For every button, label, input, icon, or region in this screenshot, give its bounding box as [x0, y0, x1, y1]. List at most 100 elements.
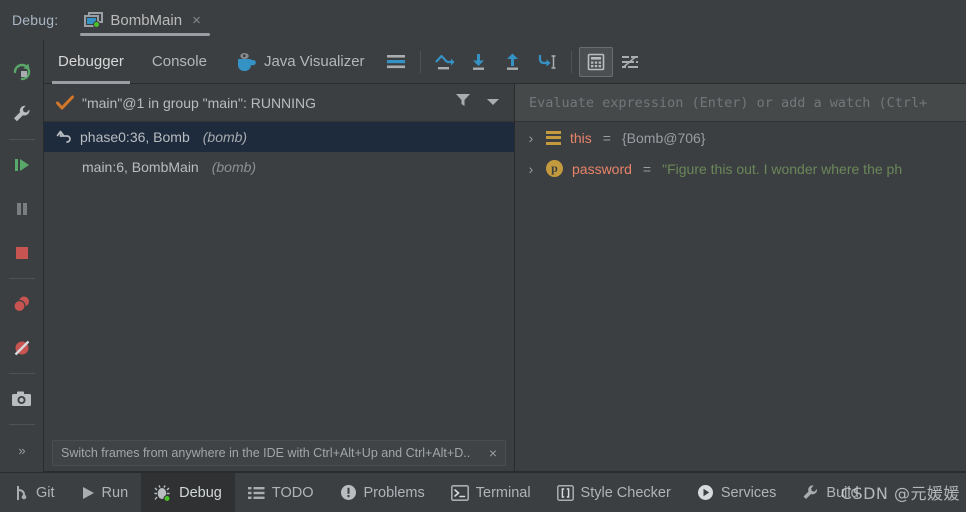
frame-row[interactable]: phase0:36, Bomb (bomb): [44, 122, 514, 152]
toolbar-divider: [8, 373, 35, 374]
java-coffee-icon: [237, 52, 256, 71]
toolbar-divider: [419, 50, 421, 73]
variable-value: {Bomb@706}: [621, 129, 706, 146]
evaluate-expression-button[interactable]: [578, 46, 613, 77]
toolbar-divider: [8, 139, 35, 140]
status-item-run[interactable]: Run: [68, 473, 142, 512]
run-config-icon: [84, 12, 104, 28]
problems-icon: [340, 484, 357, 501]
frame-module: (bomb): [211, 159, 257, 175]
pause-icon: [16, 203, 27, 215]
tab-console[interactable]: Console: [138, 40, 221, 84]
more-options-button[interactable]: »: [2, 428, 42, 472]
run-configuration-tab[interactable]: BombMain ×: [80, 0, 210, 40]
resume-icon: [14, 159, 29, 171]
status-item-services[interactable]: Services: [684, 473, 790, 512]
evaluate-expression-input[interactable]: Evaluate expression (Enter) or add a wat…: [515, 84, 966, 122]
layout-settings-button[interactable]: [379, 47, 413, 77]
terminal-icon: [450, 484, 469, 501]
thread-dropdown-button[interactable]: [480, 94, 506, 112]
close-icon[interactable]: ×: [189, 11, 204, 30]
field-icon: [546, 130, 561, 145]
pause-program-button[interactable]: [2, 187, 42, 231]
force-step-into-button[interactable]: [530, 47, 564, 77]
filter-button[interactable]: [454, 91, 472, 114]
chevron-right-icon[interactable]: ›: [525, 130, 537, 146]
debug-tab-bar: Debugger Console Java Visualizer: [44, 40, 966, 84]
status-item-todo[interactable]: TODO: [235, 473, 327, 512]
variables-pane: Evaluate expression (Enter) or add a wat…: [515, 84, 966, 472]
play-icon: [81, 485, 95, 501]
thread-label: "main"@1 in group "main": RUNNING: [82, 94, 317, 111]
tab-debugger[interactable]: Debugger: [44, 40, 138, 84]
tab-java-visualizer[interactable]: Java Visualizer: [221, 40, 379, 84]
rerun-icon: [13, 63, 30, 81]
wrench-icon: [13, 105, 29, 122]
evaluate-placeholder: Evaluate expression (Enter) or add a wat…: [529, 94, 928, 111]
chevron-down-icon: [487, 98, 499, 105]
screenshot-button[interactable]: [2, 377, 42, 421]
checkmark-icon: [56, 95, 74, 109]
git-branch-icon: [13, 484, 29, 502]
toolbar-divider: [570, 50, 572, 73]
resume-program-button[interactable]: [2, 143, 42, 187]
step-over-button[interactable]: [428, 47, 462, 77]
status-item-git[interactable]: Git: [0, 473, 68, 512]
status-item-build[interactable]: Build: [789, 473, 871, 512]
calculator-icon: [587, 53, 604, 70]
view-breakpoints-button[interactable]: [2, 282, 42, 326]
status-item-terminal[interactable]: Terminal: [438, 473, 544, 512]
variable-value: "Figure this out. I wonder where the ph: [662, 160, 903, 177]
step-out-button[interactable]: [496, 47, 530, 77]
debug-top-bar: Debug: BombMain ×: [0, 0, 966, 40]
status-item-debug[interactable]: Debug: [141, 472, 235, 512]
thread-selector[interactable]: "main"@1 in group "main": RUNNING: [44, 84, 514, 122]
edit-configuration-button[interactable]: [2, 92, 42, 136]
brackets-icon: [556, 484, 574, 501]
services-play-icon: [697, 484, 714, 501]
step-out-icon: [506, 53, 518, 70]
frame-row[interactable]: main:6, BombMain (bomb): [44, 152, 514, 182]
mute-breakpoints-button[interactable]: [2, 326, 42, 370]
stop-icon: [15, 247, 28, 259]
toolbar-divider: [8, 424, 35, 425]
toolbar-divider: [8, 278, 35, 279]
variable-row[interactable]: › p password = "Figure this out. I wonde…: [515, 153, 966, 184]
tab-underline: [80, 33, 210, 36]
status-item-label: Debug: [179, 484, 222, 501]
equals-sign: =: [642, 160, 652, 177]
status-item-label: TODO: [271, 484, 314, 501]
frame-location: phase0:36, Bomb: [80, 129, 190, 145]
rerun-button[interactable]: [2, 48, 42, 92]
status-item-label: Style Checker: [580, 484, 671, 501]
chevron-right-icon[interactable]: ›: [525, 161, 537, 177]
status-item-label: Build: [826, 484, 859, 501]
close-icon[interactable]: ×: [489, 445, 497, 461]
intellij-debug-window: Debug: BombMain × » Debugger Console Jav…: [0, 0, 966, 512]
debug-label: Debug:: [12, 12, 59, 28]
stop-button[interactable]: [2, 231, 42, 275]
todo-list-icon: [247, 485, 265, 501]
status-item-label: Services: [720, 484, 777, 501]
back-arrow-icon: [56, 130, 71, 143]
step-over-icon: [434, 54, 455, 69]
step-into-button[interactable]: [462, 47, 496, 77]
mute-breakpoints-icon: [14, 340, 29, 356]
debug-content: Debugger Console Java Visualizer "main"@…: [44, 40, 966, 472]
breakpoints-icon: [12, 296, 29, 313]
status-item-problems[interactable]: Problems: [327, 473, 438, 512]
status-item-label: Git: [36, 484, 55, 501]
status-item-label: Terminal: [475, 484, 531, 501]
parameter-icon: p: [546, 160, 563, 177]
force-step-into-icon: [538, 54, 556, 69]
tab-debugger-label: Debugger: [58, 53, 124, 70]
status-item-label: Run: [101, 484, 129, 501]
funnel-icon: [456, 94, 470, 106]
variable-row[interactable]: › this = {Bomb@706}: [515, 122, 966, 153]
debugger-settings-button[interactable]: [613, 47, 647, 77]
debug-side-toolbar: »: [0, 40, 44, 472]
status-item-style-checker[interactable]: Style Checker: [544, 473, 684, 512]
variable-name: password: [572, 160, 632, 177]
equals-sign: =: [602, 129, 611, 146]
frames-pane: "main"@1 in group "main": RUNNING phase0…: [44, 84, 515, 472]
